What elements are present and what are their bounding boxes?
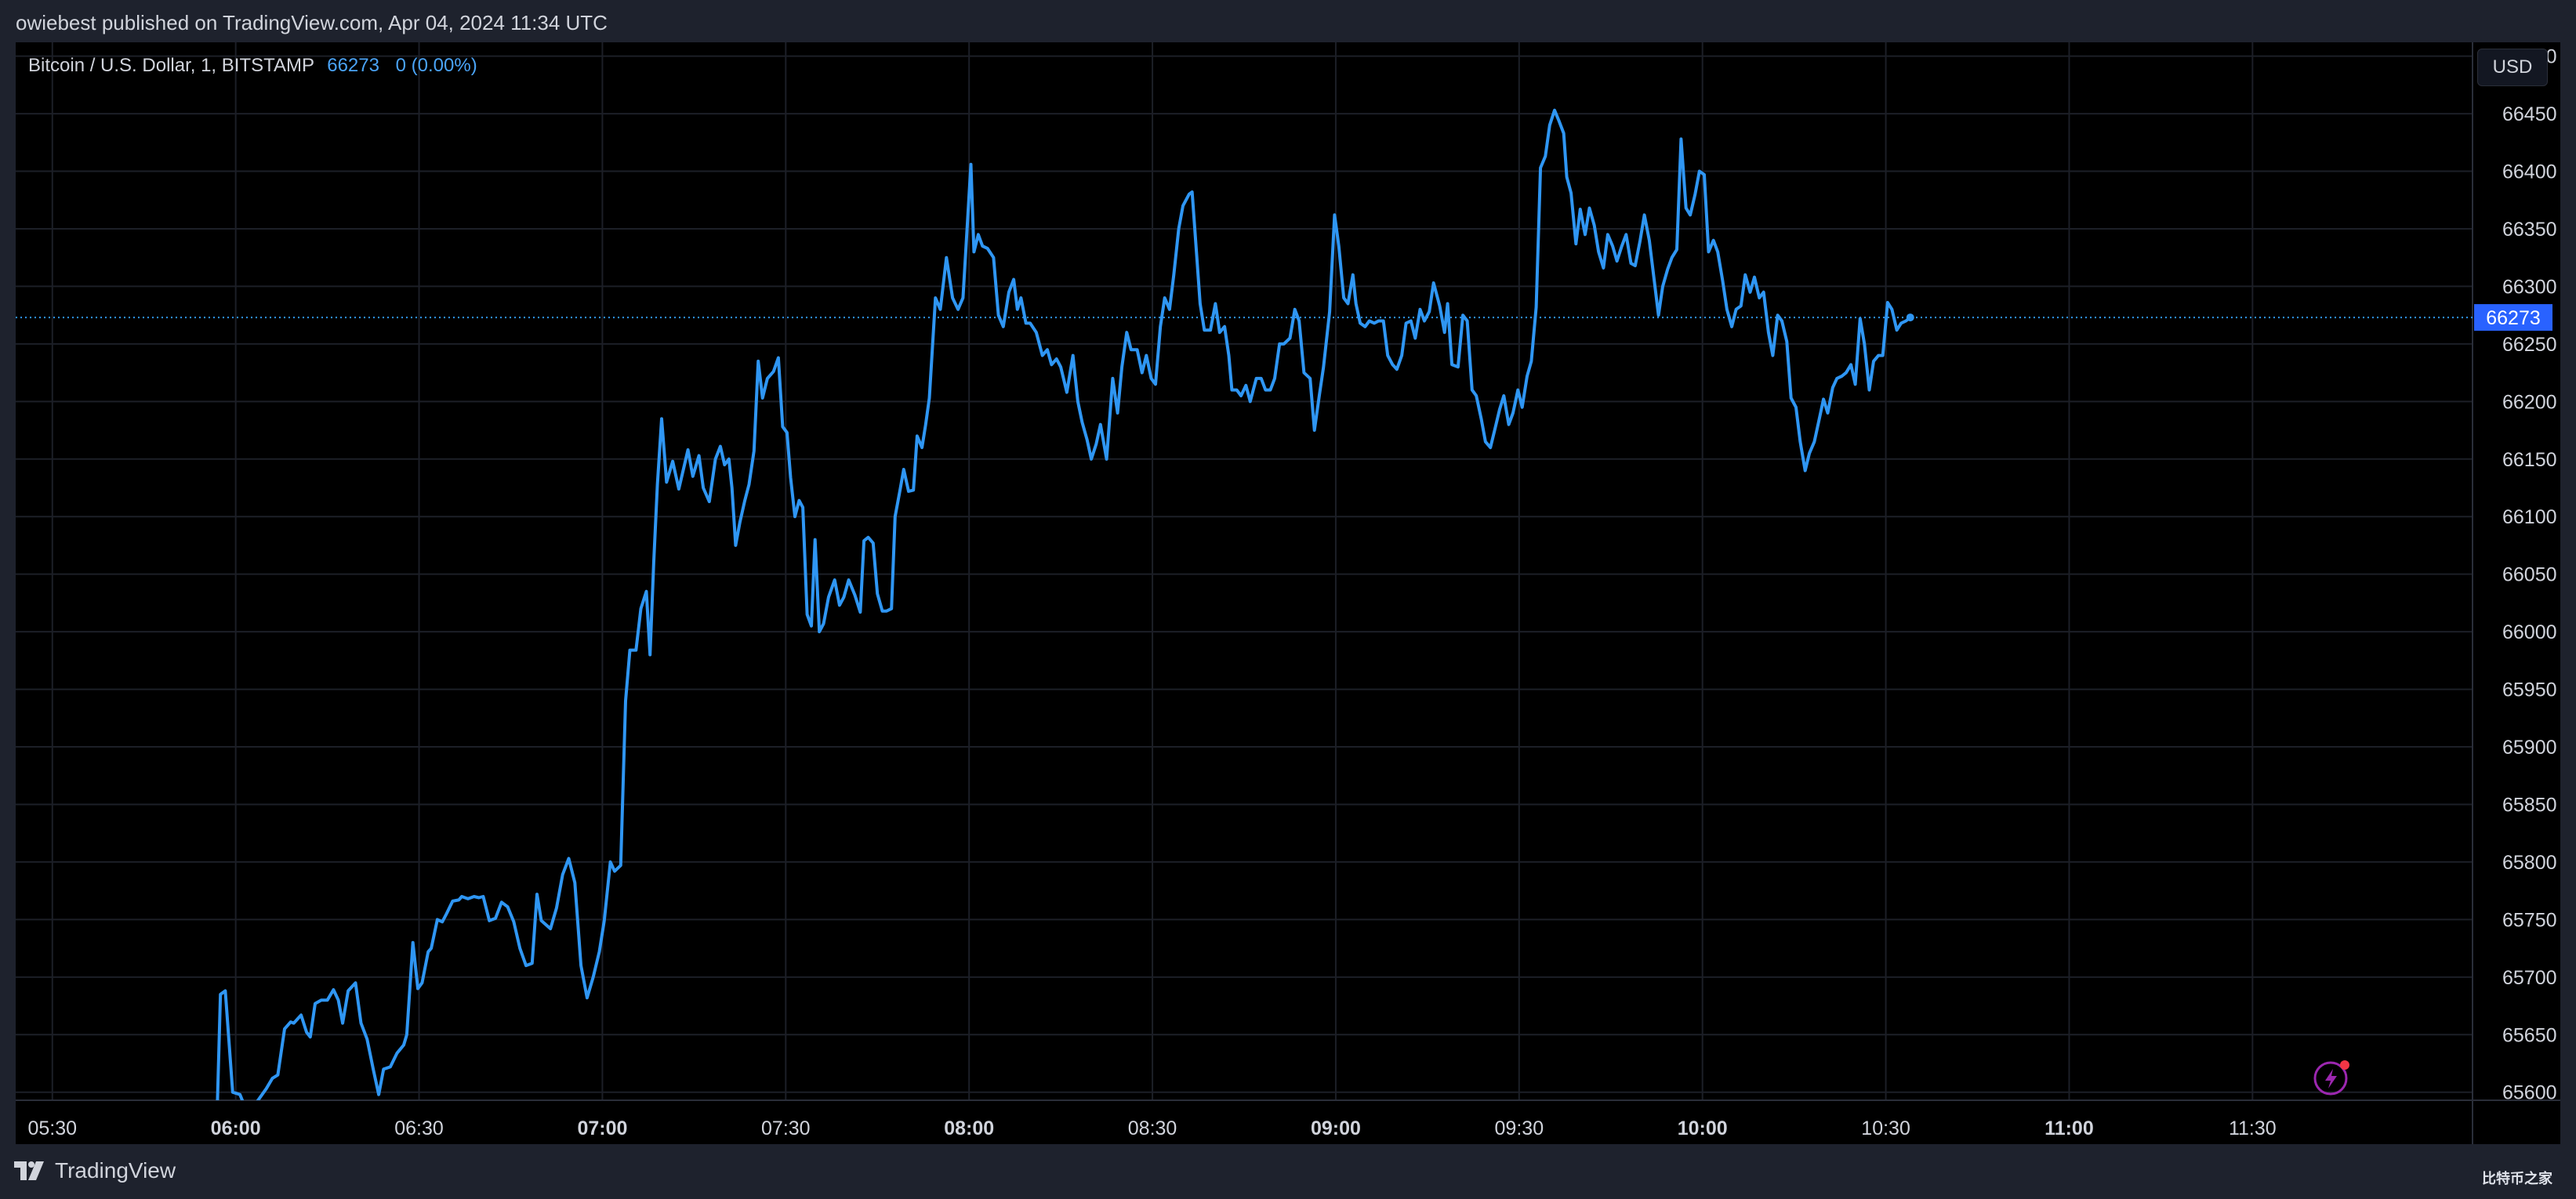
y-tick-label: 66150: [2502, 449, 2557, 471]
x-tick-label: 10:00: [1678, 1117, 1728, 1139]
footer-bar: TradingView 比特币之家: [0, 1144, 2576, 1199]
header-bar: owiebest published on TradingView.com, A…: [0, 0, 2576, 42]
y-tick-label: 66350: [2502, 219, 2557, 241]
y-tick-label: 65900: [2502, 737, 2557, 759]
x-tick-label: 07:30: [761, 1117, 811, 1139]
y-tick-label: 66200: [2502, 391, 2557, 413]
y-tick-label: 66450: [2502, 103, 2557, 125]
last-price-dot: [1906, 313, 1914, 322]
symbol-title: Bitcoin / U.S. Dollar, 1, BITSTAMP: [28, 55, 314, 76]
y-tick-label: 66100: [2502, 506, 2557, 528]
y-tick-label: 65850: [2502, 794, 2557, 816]
x-tick-label: 08:00: [944, 1117, 994, 1139]
y-tick-label: 65800: [2502, 852, 2557, 874]
x-tick-label: 10:30: [1861, 1117, 1910, 1139]
legend-change: 0 (0.00%): [395, 55, 477, 76]
y-tick-label: 66000: [2502, 621, 2557, 643]
price-chart[interactable]: 6560065650657006575065800658506590065950…: [16, 42, 2560, 1144]
y-tick-label: 65750: [2502, 909, 2557, 931]
x-tick-label: 11:30: [2229, 1117, 2277, 1139]
y-tick-label: 66400: [2502, 161, 2557, 183]
y-tick-label: 65950: [2502, 679, 2557, 701]
publisher-caption: owiebest published on TradingView.com, A…: [16, 11, 608, 34]
x-tick-label: 09:00: [1311, 1117, 1361, 1139]
x-tick-label: 11:00: [2044, 1117, 2094, 1139]
x-tick-label: 06:30: [394, 1117, 444, 1139]
x-tick-label: 05:30: [27, 1117, 77, 1139]
x-tick-label: 09:30: [1495, 1117, 1544, 1139]
notification-dot: [2340, 1060, 2349, 1070]
last-price-badge-label: 66273: [2486, 307, 2541, 329]
currency-button[interactable]: USD: [2477, 49, 2548, 86]
tradingview-logo-icon: [14, 1161, 44, 1180]
y-tick-label: 66300: [2502, 276, 2557, 298]
chart-frame[interactable]: 65600 65650 65700 65750 65800 65850 65900 65950…: [16, 42, 2560, 1144]
x-tick-label: 08:30: [1128, 1117, 1177, 1139]
watermark-text: 比特币之家: [2482, 1171, 2552, 1186]
y-tick-label: 66250: [2502, 334, 2557, 356]
y-tick-label: 65700: [2502, 967, 2557, 989]
x-tick-label: 06:00: [211, 1117, 261, 1139]
plot-background: [16, 42, 2560, 1144]
y-tick-label: 66050: [2502, 564, 2557, 586]
y-tick-label: 65650: [2502, 1024, 2557, 1046]
symbol-legend[interactable]: Bitcoin / U.S. Dollar, 1, BITSTAMP 66273…: [28, 55, 477, 77]
brand-name: TradingView: [55, 1158, 176, 1183]
x-tick-label: 07:00: [577, 1117, 627, 1139]
tradingview-brand[interactable]: TradingView: [14, 1158, 176, 1183]
legend-price: 66273: [327, 55, 379, 76]
